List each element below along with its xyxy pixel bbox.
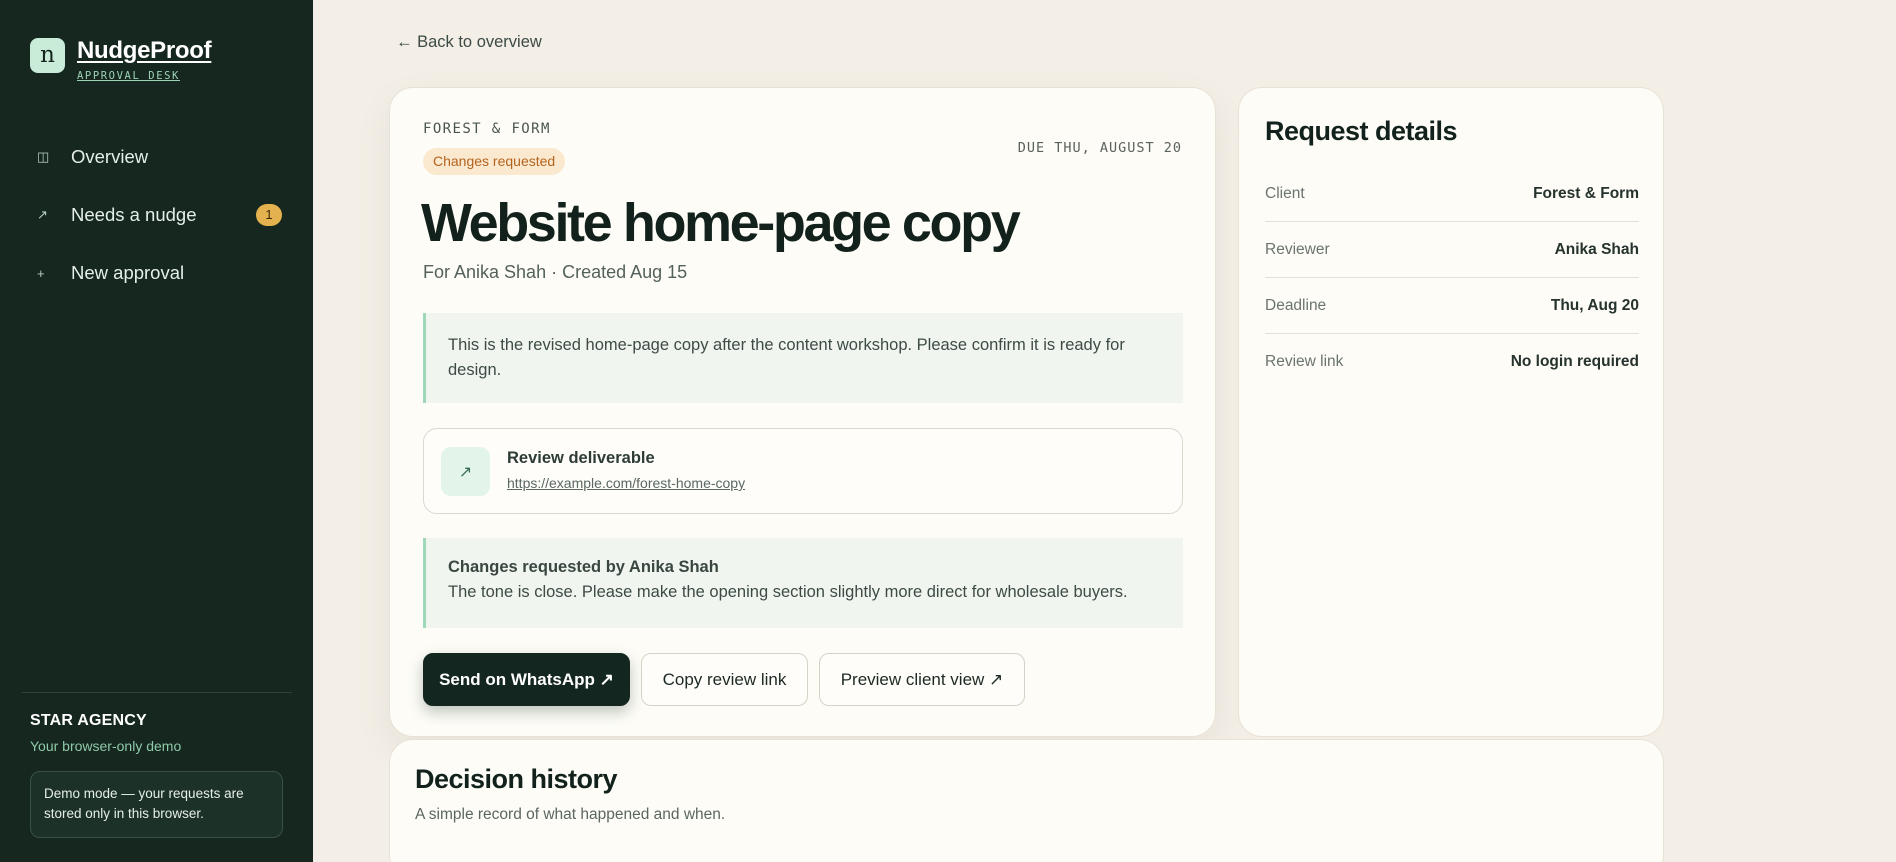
- detail-value: No login required: [1510, 353, 1639, 370]
- details-list: Client Forest & Form Reviewer Anika Shah…: [1265, 166, 1639, 390]
- columns-icon: ◫: [37, 149, 50, 164]
- plus-icon: +: [37, 265, 45, 281]
- detail-key: Client: [1265, 184, 1305, 202]
- arrow-up-right-icon: ↗: [441, 447, 490, 496]
- sidebar-item-needs-a-nudge[interactable]: ↗ Needs a nudge 1: [30, 186, 282, 244]
- brand-name[interactable]: NudgeProof: [77, 38, 212, 64]
- copy-review-link-button[interactable]: Copy review link: [641, 653, 808, 706]
- client-label: FOREST & FORM: [423, 121, 551, 137]
- count-badge: 1: [256, 204, 282, 226]
- detail-value: Thu, Aug 20: [1550, 296, 1639, 314]
- sidebar-item-overview[interactable]: ◫ Overview: [30, 128, 282, 186]
- brand-logo-icon: n: [30, 38, 65, 73]
- detail-row-reviewer: Reviewer Anika Shah: [1265, 222, 1639, 278]
- change-request-title: Changes requested by Anika Shah: [448, 558, 719, 576]
- sidebar-divider: [22, 692, 292, 693]
- detail-row-review-link: Review link No login required: [1265, 334, 1639, 390]
- sidebar-item-label: Overview: [71, 146, 149, 167]
- arrow-up-right-icon: ↗: [37, 207, 48, 222]
- detail-value: Anika Shah: [1554, 240, 1639, 258]
- request-details-title: Request details: [1265, 116, 1458, 146]
- request-meta: For Anika Shah · Created Aug 15: [423, 262, 688, 282]
- sidebar-item-label: Needs a nudge: [71, 204, 197, 225]
- decision-history-subtitle: A simple record of what happened and whe…: [415, 806, 726, 823]
- preview-client-view-button[interactable]: Preview client view ↗: [819, 653, 1025, 706]
- sidebar-item-new-approval[interactable]: + New approval: [30, 244, 282, 302]
- demo-mode-notice: Demo mode — your requests are stored onl…: [30, 771, 283, 838]
- brand-subtitle: APPROVAL DESK: [77, 70, 180, 82]
- decision-history-card: Decision history A simple record of what…: [389, 739, 1664, 862]
- send-whatsapp-button[interactable]: Send on WhatsApp ↗: [423, 653, 630, 706]
- agency-subtitle: Your browser-only demo: [30, 738, 182, 754]
- request-note: This is the revised home-page copy after…: [423, 313, 1183, 403]
- sidebar-nav: ◫ Overview ↗ Needs a nudge 1 + New appro…: [30, 128, 282, 302]
- detail-key: Reviewer: [1265, 240, 1330, 258]
- sidebar-item-label: New approval: [71, 262, 185, 283]
- agency-info: STAR AGENCY Your browser-only demo: [30, 712, 181, 754]
- change-request-note: Changes requested by Anika Shah The tone…: [423, 538, 1183, 628]
- request-details-card: Request details Client Forest & Form Rev…: [1238, 87, 1664, 737]
- detail-row-deadline: Deadline Thu, Aug 20: [1265, 278, 1639, 334]
- deliverable-link[interactable]: https://example.com/forest-home-copy: [507, 475, 745, 491]
- change-request-body: The tone is close. Please make the openi…: [448, 583, 1128, 601]
- request-card: FOREST & FORM Changes requested DUE THU,…: [389, 87, 1216, 737]
- decision-history-title: Decision history: [415, 764, 618, 794]
- deliverable-title: Review deliverable: [507, 449, 655, 467]
- brand[interactable]: n NudgeProof APPROVAL DESK: [30, 38, 212, 83]
- detail-value: Forest & Form: [1533, 184, 1639, 202]
- due-date: DUE THU, AUGUST 20: [1017, 140, 1182, 156]
- detail-key: Deadline: [1265, 296, 1327, 314]
- agency-name: STAR AGENCY: [30, 712, 147, 729]
- sidebar: n NudgeProof APPROVAL DESK ◫ Overview ↗ …: [0, 0, 313, 862]
- deliverable-card[interactable]: ↗ Review deliverable https://example.com…: [423, 428, 1183, 514]
- back-to-overview-link[interactable]: ← Back to overview: [396, 33, 542, 52]
- page-title: Website home-page copy: [421, 193, 1021, 253]
- brand-text: NudgeProof APPROVAL DESK: [77, 38, 212, 83]
- status-badge: Changes requested: [423, 148, 566, 175]
- detail-row-client: Client Forest & Form: [1265, 166, 1639, 222]
- detail-key: Review link: [1265, 353, 1344, 370]
